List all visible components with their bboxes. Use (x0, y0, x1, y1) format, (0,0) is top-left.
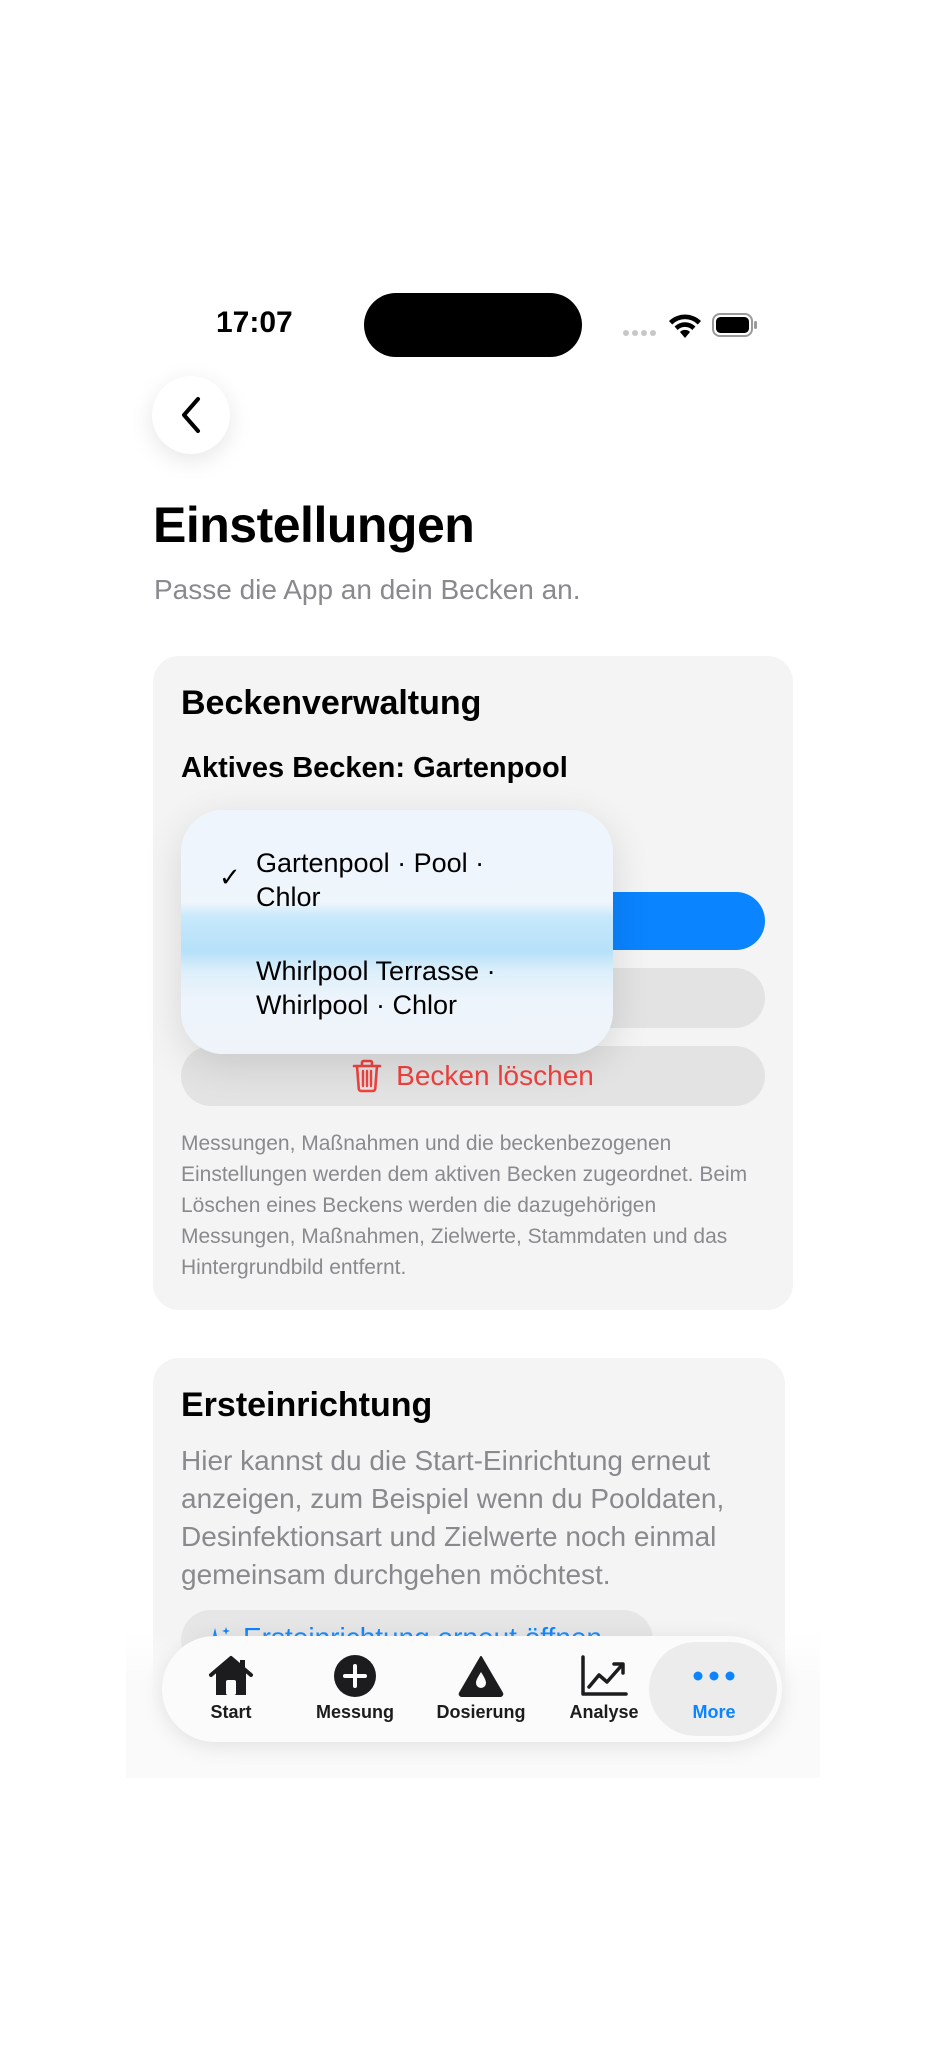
tab-start[interactable]: Start (182, 1636, 280, 1742)
tab-label: Start (210, 1702, 252, 1722)
tab-label: Analyse (569, 1702, 639, 1722)
delete-pool-button[interactable]: Becken löschen (181, 1046, 765, 1106)
page-title: Einstellungen (153, 497, 475, 553)
pool-management-title: Beckenverwaltung (181, 684, 482, 722)
menu-item-whirlpool[interactable]: Whirlpool Terrasse · Whirlpool · Chlor (181, 932, 613, 1054)
chart-line-icon (581, 1655, 628, 1696)
cellular-signal-icon (623, 330, 656, 336)
chevron-left-icon (182, 397, 200, 433)
drop-icon (458, 1656, 504, 1697)
tab-analyse[interactable]: Analyse (554, 1636, 654, 1742)
tab-messung[interactable]: Messung (300, 1636, 410, 1742)
setup-description: Hier kannst du die Start-Einrichtung ern… (181, 1445, 725, 1590)
tab-label: Dosierung (436, 1702, 526, 1722)
pool-picker-menu: ✓ Gartenpool · Pool · Chlor Whirlpool Te… (181, 810, 613, 1054)
menu-item-gartenpool[interactable]: ✓ Gartenpool · Pool · Chlor (181, 810, 613, 932)
tab-label: Messung (315, 1702, 394, 1722)
page-subtitle: Passe die App an dein Becken an. (154, 574, 581, 605)
wifi-icon (669, 314, 701, 338)
back-button[interactable] (152, 376, 230, 454)
battery-icon (712, 313, 757, 337)
tab-bar: Start Messung Dosierung Analyse More (162, 1636, 782, 1742)
tab-dosierung[interactable]: Dosierung (426, 1636, 536, 1742)
delete-pool-label: Becken löschen (396, 1060, 594, 1091)
plus-circle-icon (334, 1655, 376, 1697)
trash-icon (352, 1059, 382, 1093)
menu-item-label: Gartenpool · Pool · Chlor (256, 848, 485, 912)
menu-item-label: Whirlpool Terrasse · Whirlpool · Chlor (256, 956, 496, 1020)
checkmark-icon: ✓ (219, 862, 241, 892)
status-time: 17:07 (216, 306, 293, 339)
ellipsis-icon (693, 1671, 735, 1681)
tab-label: More (692, 1702, 736, 1722)
active-pool-label: Aktives Becken: Gartenpool (181, 752, 568, 784)
pool-management-note: Messungen, Maßnahmen und die beckenbezog… (181, 1132, 748, 1279)
house-icon (209, 1656, 253, 1695)
tab-more[interactable]: More (664, 1636, 764, 1742)
dynamic-island (364, 293, 582, 357)
setup-title: Ersteinrichtung (181, 1386, 433, 1424)
